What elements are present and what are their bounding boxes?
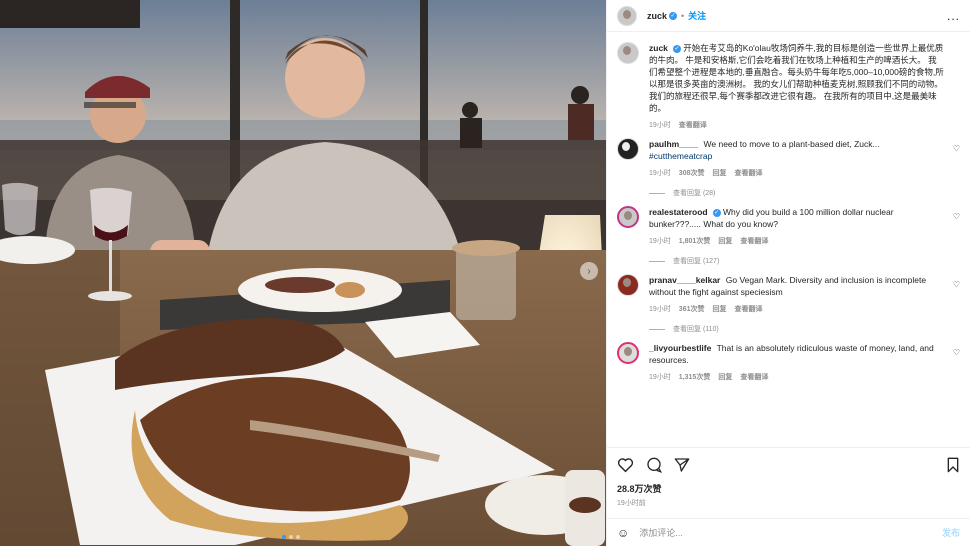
comment-likes[interactable]: 361次赞 xyxy=(679,304,705,314)
heart-icon[interactable]: ♡ xyxy=(953,280,960,289)
comment-item: paulhm____ We need to move to a plant-ba… xyxy=(617,138,960,198)
comments-list[interactable]: zuck ✓ 开始在考艾岛的Ko'olau牧场饲养牛,我的目标是创造一些世界上最优… xyxy=(607,32,970,447)
action-icons xyxy=(617,456,960,474)
comment-time: 19小时 xyxy=(649,374,671,381)
emoji-icon[interactable]: ☺ xyxy=(617,526,629,540)
heart-icon[interactable]: ♡ xyxy=(953,348,960,357)
instagram-post-view: › zuck ✓ • 关注 ... zuck ✓ 开始在考艾岛的Ko'olau牧… xyxy=(0,0,970,546)
heart-icon[interactable] xyxy=(617,457,634,473)
carousel-dot xyxy=(296,535,300,539)
separator-dot: • xyxy=(681,10,685,21)
comment-item: _livyourbestlife That is an absolutely r… xyxy=(617,342,960,382)
chevron-right-icon: › xyxy=(587,265,591,277)
divider xyxy=(649,328,665,330)
post-side-panel: zuck ✓ • 关注 ... zuck ✓ 开始在考艾岛的Ko'olau牧场饲养… xyxy=(606,0,970,546)
post-photo[interactable]: › xyxy=(0,0,606,546)
verified-badge-icon: ✓ xyxy=(672,44,681,53)
view-replies-label: 查看回复 (28) xyxy=(673,190,716,197)
avatar[interactable] xyxy=(617,5,637,26)
username-link[interactable]: zuck xyxy=(647,11,667,21)
caption-translate-link[interactable]: 查看翻译 xyxy=(679,120,707,130)
view-replies-label: 查看回复 (110) xyxy=(673,326,719,333)
translate-link[interactable]: 查看翻译 xyxy=(734,168,762,178)
translate-link[interactable]: 查看翻译 xyxy=(734,304,762,314)
post-comment-button[interactable]: 发布 xyxy=(942,526,960,539)
view-replies-button[interactable]: 查看回复 (110) xyxy=(649,324,944,334)
avatar[interactable] xyxy=(617,138,639,160)
comment-likes[interactable]: 1,315次赞 xyxy=(679,372,711,382)
carousel-dot xyxy=(282,535,286,539)
comment-time: 19小时 xyxy=(649,170,671,177)
reply-button[interactable]: 回复 xyxy=(712,168,726,178)
follow-button[interactable]: 关注 xyxy=(688,9,706,22)
comment-item: realestaterood ✓ Why did you build a 100 … xyxy=(617,206,960,266)
reply-button[interactable]: 回复 xyxy=(718,236,732,246)
comment-username[interactable]: pranav____kelkar xyxy=(649,275,720,285)
verified-badge-icon: ✓ xyxy=(669,11,678,20)
comment-username[interactable]: _livyourbestlife xyxy=(649,343,711,353)
view-replies-button[interactable]: 查看回复 (28) xyxy=(649,188,944,198)
post-likes-count[interactable]: 28.8万次赞 xyxy=(617,482,960,495)
comment-likes[interactable]: 1,801次赞 xyxy=(679,236,711,246)
caption-text: 开始在考艾岛的Ko'olau牧场饲养牛,我的目标是创造一些世界上最优质的牛肉。 … xyxy=(649,43,944,113)
comment-likes[interactable]: 308次赞 xyxy=(679,168,705,178)
comment-username[interactable]: realestaterood xyxy=(649,207,708,217)
comment-input[interactable]: 添加评论... xyxy=(639,526,683,539)
translate-link[interactable]: 查看翻译 xyxy=(740,236,768,246)
send-icon[interactable] xyxy=(674,457,690,473)
post-timestamp: 19小时前 xyxy=(617,500,646,507)
post-header: zuck ✓ • 关注 ... xyxy=(607,0,970,32)
comment-time: 19小时 xyxy=(649,306,671,313)
comment-text: We need to move to a plant-based diet, Z… xyxy=(703,139,880,149)
avatar[interactable] xyxy=(617,42,639,64)
post-image xyxy=(0,0,606,546)
comment-username[interactable]: paulhm____ xyxy=(649,139,698,149)
divider xyxy=(649,192,665,194)
caption-time: 19小时 xyxy=(649,122,671,129)
comment-icon[interactable] xyxy=(646,457,662,473)
heart-icon[interactable]: ♡ xyxy=(953,212,960,221)
avatar[interactable] xyxy=(617,342,639,364)
avatar[interactable] xyxy=(617,206,639,228)
bookmark-icon[interactable] xyxy=(946,457,960,473)
carousel-dot xyxy=(289,535,293,539)
comment-item: pranav____kelkar Go Vegan Mark. Diversit… xyxy=(617,274,960,334)
avatar[interactable] xyxy=(617,274,639,296)
view-replies-label: 查看回复 (127) xyxy=(673,258,720,265)
comment-time: 19小时 xyxy=(649,238,671,245)
hashtag-link[interactable]: #cutthemeatcrap xyxy=(649,151,712,161)
heart-icon[interactable]: ♡ xyxy=(953,144,960,153)
add-comment-bar: ☺ 添加评论... 发布 xyxy=(607,518,970,546)
reply-button[interactable]: 回复 xyxy=(712,304,726,314)
carousel-indicator xyxy=(282,535,300,539)
post-actions: 28.8万次赞 19小时前 xyxy=(607,447,970,512)
caption: zuck ✓ 开始在考艾岛的Ko'olau牧场饲养牛,我的目标是创造一些世界上最优… xyxy=(617,42,960,130)
view-replies-button[interactable]: 查看回复 (127) xyxy=(649,256,944,266)
caption-username[interactable]: zuck xyxy=(649,43,668,53)
reply-button[interactable]: 回复 xyxy=(718,372,732,382)
verified-badge-icon: ✓ xyxy=(712,208,721,217)
more-options-icon[interactable]: ... xyxy=(947,9,960,23)
next-image-button[interactable]: › xyxy=(580,262,598,280)
divider xyxy=(649,260,665,262)
translate-link[interactable]: 查看翻译 xyxy=(740,372,768,382)
